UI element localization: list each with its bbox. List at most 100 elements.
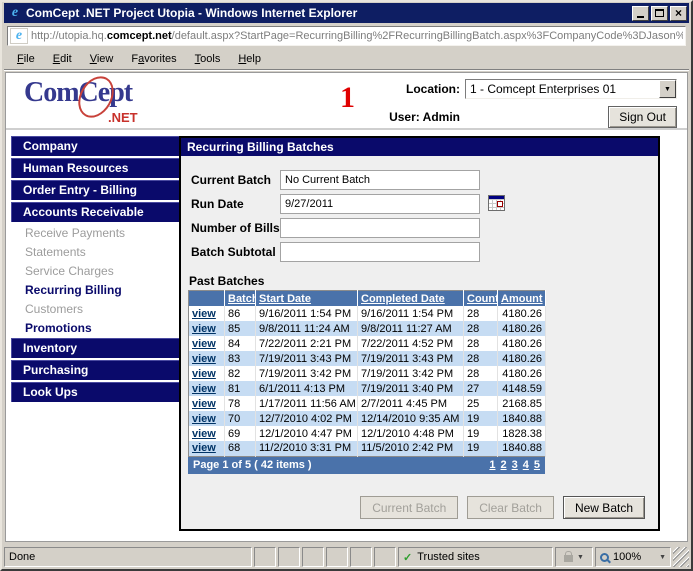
menu-tools[interactable]: Tools: [186, 50, 230, 68]
current-batch-input[interactable]: [280, 170, 480, 190]
close-button[interactable]: ×: [670, 6, 687, 21]
page-link-5[interactable]: 5: [534, 459, 540, 471]
page-info: Page 1 of 5 ( 42 items ): [193, 459, 312, 471]
cell-batch: 70: [225, 411, 256, 426]
col-count[interactable]: Count: [464, 291, 498, 307]
view-link[interactable]: view: [192, 338, 216, 350]
view-link[interactable]: view: [192, 428, 216, 440]
menu-file[interactable]: File: [8, 50, 44, 68]
sign-out-button[interactable]: Sign Out: [608, 106, 677, 128]
batch-row: view837/19/2011 3:43 PM7/19/2011 3:43 PM…: [189, 351, 546, 366]
cell-comp: 2/7/2011 4:45 PM: [358, 396, 464, 411]
status-segment: [254, 547, 276, 567]
browser-window: e ComCept .NET Project Utopia - Windows …: [0, 0, 693, 571]
menu-view[interactable]: View: [81, 50, 123, 68]
view-link[interactable]: view: [192, 398, 216, 410]
page-link-2[interactable]: 2: [501, 459, 507, 471]
sidebar-item-recurring-billing[interactable]: Recurring Billing: [11, 281, 181, 300]
sidebar-item-company[interactable]: Company: [11, 136, 181, 156]
clear-batch-button[interactable]: Clear Batch: [467, 496, 554, 519]
calendar-icon[interactable]: [488, 195, 505, 211]
user-label: User: Admin: [389, 110, 465, 124]
view-link[interactable]: view: [192, 308, 216, 320]
cell-start: 6/1/2011 4:13 PM: [256, 381, 358, 396]
new-batch-button[interactable]: New Batch: [563, 496, 645, 519]
content-panel: Recurring Billing Batches Current Batch …: [179, 136, 660, 531]
address-input[interactable]: e http://utopia.hq.comcept.net/default.a…: [7, 26, 686, 46]
maximize-button[interactable]: [651, 6, 668, 21]
page-viewport: ComCept .NET 1 Location: 1 - Comcept Ent…: [5, 72, 688, 542]
sidebar-item-purchasing[interactable]: Purchasing: [11, 360, 181, 380]
zoom-level: 100%: [613, 551, 641, 563]
location-selected-value: 1 - Comcept Enterprises 01: [466, 82, 659, 96]
sidebar-item-accounts-receivable[interactable]: Accounts Receivable: [11, 202, 181, 222]
status-message: Done: [4, 547, 252, 567]
sidebar-item-promotions[interactable]: Promotions: [11, 319, 181, 338]
number-of-bills-label: Number of Bills: [191, 221, 280, 235]
zoom-control[interactable]: 100% ▼: [595, 547, 671, 567]
cell-comp: 11/5/2010 2:42 PM: [358, 441, 464, 456]
cell-start: 7/19/2011 3:42 PM: [256, 366, 358, 381]
ie-page-icon: e: [12, 29, 26, 43]
menu-edit[interactable]: Edit: [44, 50, 81, 68]
cell-comp: 12/14/2010 9:35 AM: [358, 411, 464, 426]
menu-favorites[interactable]: Favorites: [122, 50, 185, 68]
security-zone: ✓ Trusted sites: [398, 547, 553, 567]
batch-row: view827/19/2011 3:42 PM7/19/2011 3:42 PM…: [189, 366, 546, 381]
ie-icon: e: [8, 6, 22, 20]
page-link-3[interactable]: 3: [512, 459, 518, 471]
number-of-bills-input[interactable]: [280, 218, 480, 238]
view-link[interactable]: view: [192, 323, 216, 335]
col-start-date[interactable]: Start Date: [256, 291, 358, 307]
lock-icon: [564, 555, 573, 562]
cell-count: 28: [464, 351, 498, 366]
past-batches-title: Past Batches: [189, 274, 264, 288]
col-completed-date[interactable]: Completed Date: [358, 291, 464, 307]
sidebar-item-service-charges[interactable]: Service Charges: [11, 262, 181, 281]
chevron-down-icon: ▼: [577, 554, 584, 561]
cell-start: 7/19/2011 3:43 PM: [256, 351, 358, 366]
sidebar-item-inventory[interactable]: Inventory: [11, 338, 181, 358]
current-batch-button[interactable]: Current Batch: [360, 496, 458, 519]
page-link-1[interactable]: 1: [489, 459, 495, 471]
minimize-button[interactable]: [632, 6, 649, 21]
protected-mode-control[interactable]: ▼: [555, 547, 593, 567]
logo-net-text: .NET: [108, 110, 138, 125]
col-amount[interactable]: Amount: [498, 291, 546, 307]
cell-start: 7/22/2011 2:21 PM: [256, 336, 358, 351]
sidebar-item-customers[interactable]: Customers: [11, 300, 181, 319]
page-link-4[interactable]: 4: [523, 459, 529, 471]
sidebar-nav: CompanyHuman ResourcesOrder Entry - Bill…: [11, 136, 181, 404]
sidebar-item-receive-payments[interactable]: Receive Payments: [11, 224, 181, 243]
batch-subtotal-input[interactable]: [280, 242, 480, 262]
cell-batch: 84: [225, 336, 256, 351]
cell-comp: 7/22/2011 4:52 PM: [358, 336, 464, 351]
current-batch-label: Current Batch: [191, 173, 271, 187]
location-select[interactable]: 1 - Comcept Enterprises 01 ▼: [465, 79, 677, 99]
view-link[interactable]: view: [192, 383, 216, 395]
run-date-input[interactable]: [280, 194, 480, 214]
col-batch[interactable]: Batch: [225, 291, 256, 307]
view-link[interactable]: view: [192, 442, 216, 454]
sidebar-item-look-ups[interactable]: Look Ups: [11, 382, 181, 402]
sidebar-item-order-entry-billing[interactable]: Order Entry - Billing: [11, 180, 181, 200]
cell-comp: 7/19/2011 3:43 PM: [358, 351, 464, 366]
status-segment: [278, 547, 300, 567]
cell-amt: 2168.85: [498, 396, 546, 411]
cell-batch: 82: [225, 366, 256, 381]
view-link[interactable]: view: [192, 368, 216, 380]
sidebar-item-statements[interactable]: Statements: [11, 243, 181, 262]
view-link[interactable]: view: [192, 413, 216, 425]
resize-grip[interactable]: [673, 547, 689, 567]
menu-bar: FileEditViewFavoritesToolsHelp: [4, 49, 689, 70]
window-controls: ×: [632, 6, 687, 21]
batch-row: view859/8/2011 11:24 AM9/8/2011 11:27 AM…: [189, 321, 546, 336]
menu-help[interactable]: Help: [229, 50, 270, 68]
chevron-down-icon[interactable]: ▼: [659, 80, 676, 98]
sidebar-item-human-resources[interactable]: Human Resources: [11, 158, 181, 178]
comcept-logo: ComCept .NET: [24, 77, 174, 127]
page-header: ComCept .NET 1 Location: 1 - Comcept Ent…: [6, 73, 687, 130]
view-link[interactable]: view: [192, 353, 216, 365]
status-segment: [350, 547, 372, 567]
status-segment: [374, 547, 396, 567]
